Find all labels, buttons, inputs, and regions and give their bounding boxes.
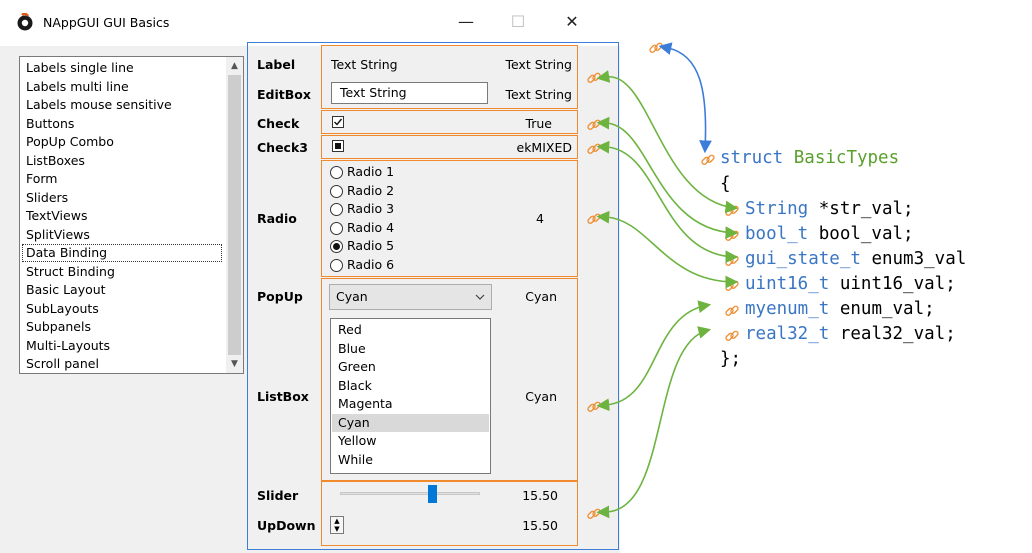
struct-to-panel-arrow [658, 42, 712, 154]
str-binding-arrow [596, 70, 739, 214]
uint16-binding-arrow [596, 210, 739, 289]
bool-binding-arrow [596, 116, 739, 240]
enum-binding-arrow [596, 300, 712, 412]
real32-binding-arrow [596, 326, 712, 519]
binding-arrows [596, 42, 739, 519]
